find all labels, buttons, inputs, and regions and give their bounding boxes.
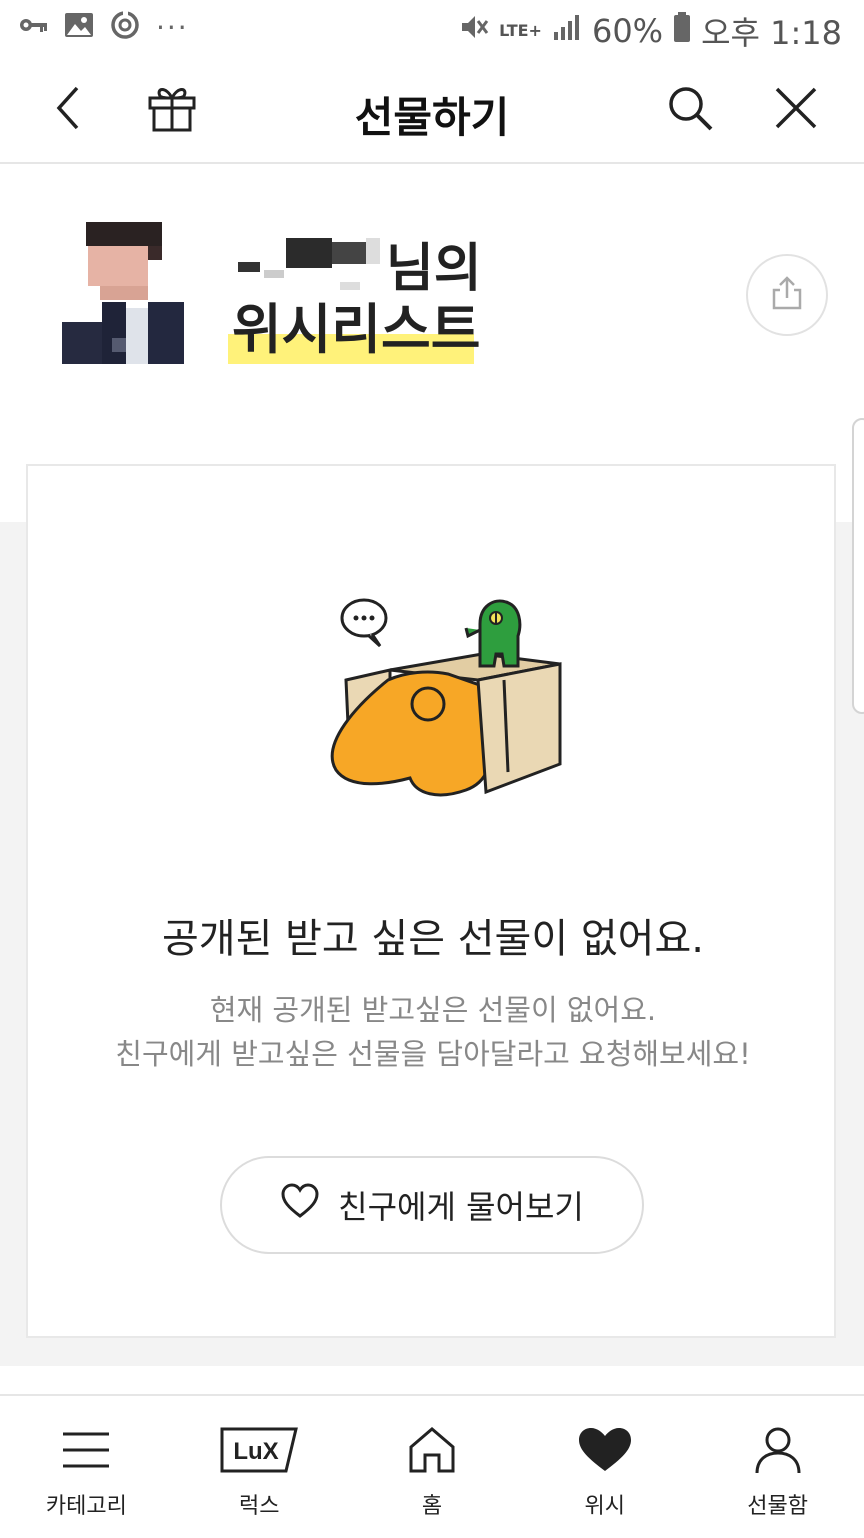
nav-item-home[interactable]: 홈 [346, 1396, 519, 1538]
avatar[interactable] [52, 218, 190, 364]
nav-item-wish[interactable]: 위시 [518, 1396, 691, 1538]
nav-label-wish: 위시 [584, 1494, 626, 1519]
wishlist-title: 위시리스트 [232, 298, 481, 361]
nav-item-giftbox[interactable]: 선물함 [691, 1396, 864, 1538]
empty-wishlist-card: 공개된 받고 싶은 선물이 없어요. 현재 공개된 받고싶은 선물이 없어요. … [26, 464, 836, 1338]
scrollbar[interactable] [852, 418, 864, 714]
empty-desc-line-2: 친구에게 받고싶은 선물을 담아달라고 요청해보세요! [115, 1037, 751, 1071]
app-header: 선물하기 [0, 58, 864, 164]
nav-label-lux: 럭스 [238, 1494, 280, 1519]
signal-icon [552, 12, 582, 50]
lux-icon-text: LuX [234, 1438, 279, 1465]
menu-icon [61, 1422, 111, 1478]
empty-illustration [298, 584, 578, 814]
empty-desc-line-1: 현재 공개된 받고싶은 선물이 없어요. [209, 993, 657, 1027]
search-button[interactable] [664, 84, 716, 136]
mute-icon [459, 12, 489, 50]
ask-friend-label: 친구에게 물어보기 [338, 1188, 584, 1226]
network-type: LTE+ [499, 21, 542, 40]
clock: 오후 1:18 [701, 14, 842, 52]
search-icon [665, 83, 715, 137]
more-dots-icon: ··· [156, 10, 189, 44]
person-icon [753, 1422, 803, 1478]
name-suffix: 님의 [386, 239, 482, 299]
nav-label-home: 홈 [421, 1494, 443, 1519]
owner-name: 님의 [232, 226, 482, 301]
lux-icon: LuX [220, 1422, 299, 1478]
home-icon [407, 1422, 457, 1478]
close-icon [773, 85, 819, 135]
battery-icon [673, 11, 691, 51]
empty-title: 공개된 받고 싶은 선물이 없어요. [162, 916, 704, 962]
nav-label-giftbox: 선물함 [747, 1494, 808, 1519]
heart-filled-icon [577, 1422, 633, 1478]
heart-outline-icon [280, 1183, 320, 1227]
image-icon [64, 11, 94, 43]
key-icon [18, 13, 48, 41]
close-button[interactable] [770, 84, 822, 136]
battery-percent: 60% [591, 12, 664, 50]
status-bar: ··· LTE+ 60% 오후 1:18 [0, 0, 864, 58]
nav-item-lux[interactable]: LuX 럭스 [173, 1396, 346, 1538]
empty-description: 현재 공개된 받고싶은 선물이 없어요. 친구에게 받고싶은 선물을 담아달라고… [28, 988, 838, 1076]
nav-item-category[interactable]: 카테고리 [0, 1396, 173, 1538]
sync-icon [110, 10, 140, 44]
nav-label-category: 카테고리 [45, 1494, 127, 1519]
ask-friend-button[interactable]: 친구에게 물어보기 [220, 1156, 644, 1254]
share-button[interactable] [746, 254, 828, 336]
bottom-navigation: 카테고리 LuX 럭스 홈 위시 선물함 [0, 1394, 864, 1538]
blurred-name [232, 236, 382, 292]
page-title: 선물하기 [354, 93, 510, 142]
share-icon [768, 274, 806, 316]
